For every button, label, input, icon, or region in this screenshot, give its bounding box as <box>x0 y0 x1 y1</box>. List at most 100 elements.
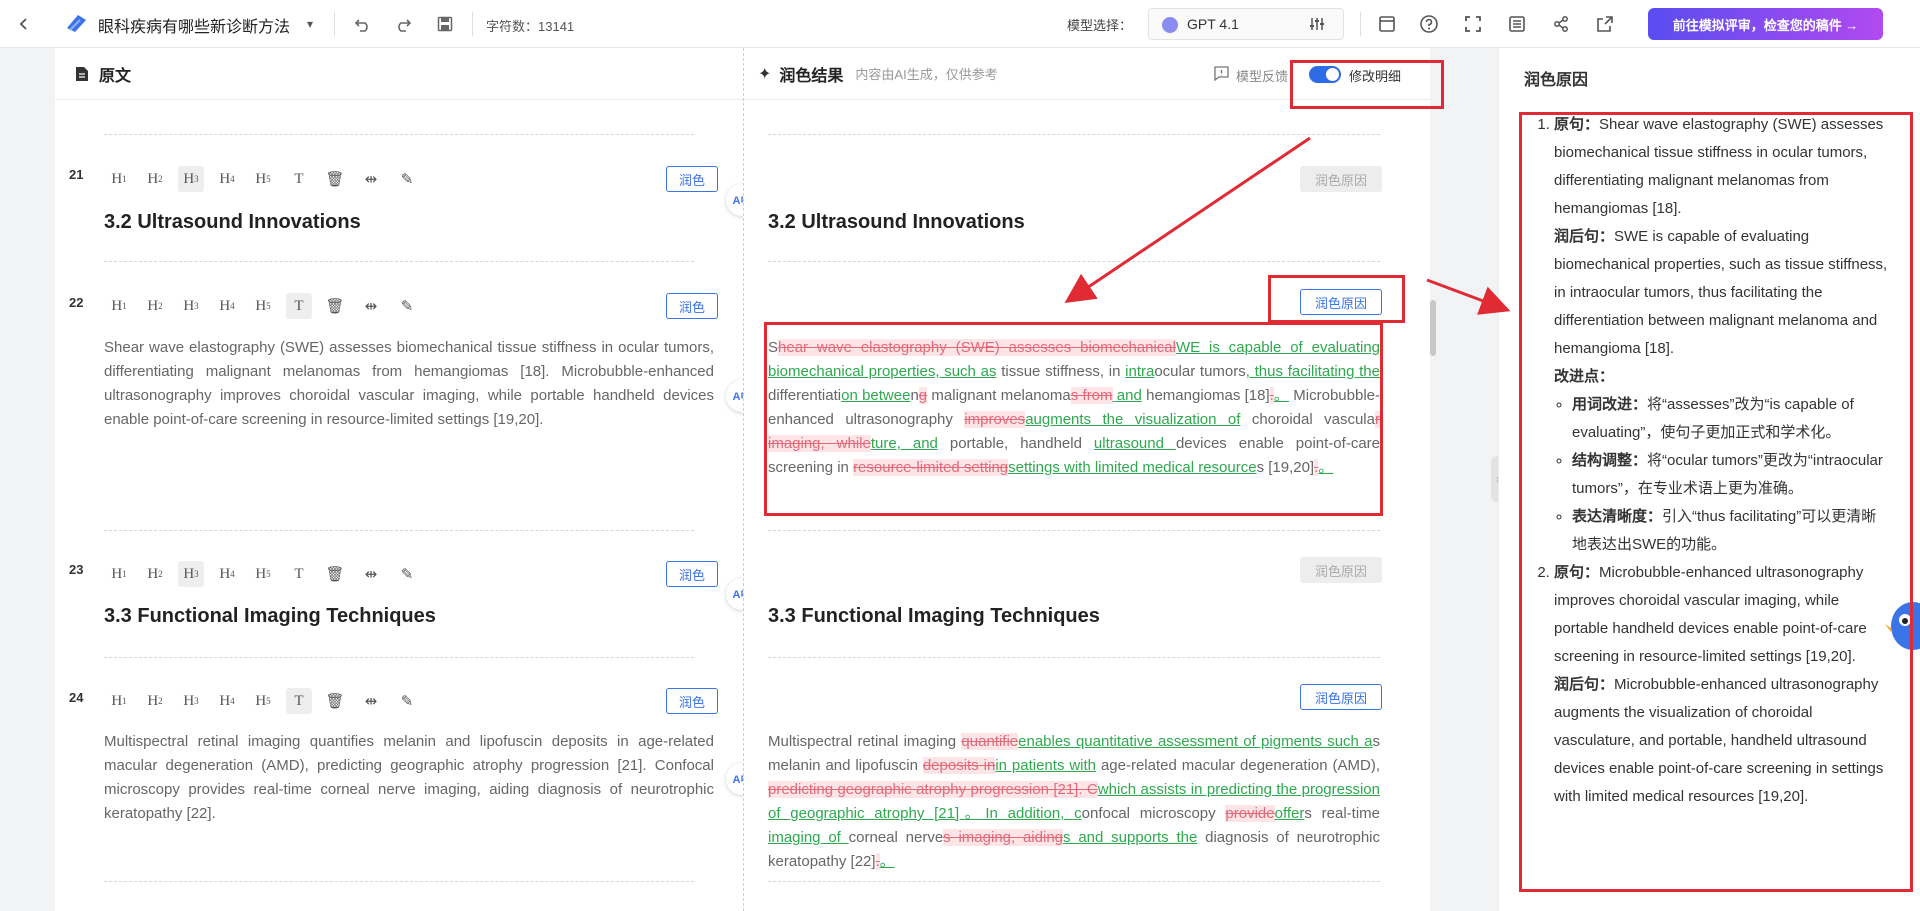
section-heading[interactable]: 3.3 Functional Imaging Techniques <box>768 605 1100 628</box>
inserted-text: ture, and <box>870 435 938 452</box>
new-label: 润后句： <box>1554 676 1615 693</box>
back-icon[interactable] <box>12 12 36 36</box>
trash-icon[interactable]: 🗑 <box>317 688 353 714</box>
polish-button[interactable]: 润色 <box>666 561 718 587</box>
deleted-text: resource-limited setting <box>853 459 1009 476</box>
polish-button[interactable]: 润色 <box>666 688 718 714</box>
split-icon[interactable]: ⇹ <box>353 166 389 192</box>
trash-icon[interactable]: 🗑 <box>317 166 353 192</box>
polish-reason-button[interactable]: 润色原因 <box>1300 166 1382 192</box>
row-number: 22 <box>69 295 84 310</box>
panel-title: 润色原因 <box>1524 72 1589 89</box>
inserted-text: on betwee <box>841 387 911 404</box>
h2-button[interactable]: H2 <box>137 688 173 714</box>
split-icon[interactable]: ⇹ <box>353 561 389 587</box>
save-icon[interactable] <box>432 12 458 36</box>
h4-button[interactable]: H4 <box>209 166 245 192</box>
original-paragraph[interactable]: Shear wave elastography (SWE) assesses b… <box>104 336 714 432</box>
h3-button[interactable]: H3 <box>173 688 209 714</box>
divider <box>334 12 335 36</box>
h2-button[interactable]: H2 <box>137 166 173 192</box>
section-heading[interactable]: 3.2 Ultrasound Innovations <box>768 211 1025 234</box>
model-select[interactable]: GPT 4.1 <box>1148 8 1344 40</box>
divider <box>1360 12 1361 36</box>
original-header-title: 原文 <box>99 67 132 85</box>
pen-icon[interactable]: ✎ <box>389 688 425 714</box>
document-title[interactable]: 眼科疾病有哪些新诊断方法 <box>98 13 290 37</box>
unchanged-text: choroidal vascula <box>1240 411 1375 428</box>
fullscreen-icon[interactable] <box>1460 12 1486 36</box>
unchanged-text: onfocal microscopy <box>1081 805 1226 822</box>
polish-reason-button[interactable]: 润色原因 <box>1300 289 1382 315</box>
h1-button[interactable]: H1 <box>101 561 137 587</box>
new-sentence: SWE is capable of evaluating biomechanic… <box>1554 228 1888 357</box>
h2-button[interactable]: H2 <box>137 561 173 587</box>
inserted-text: in patients with <box>995 757 1097 774</box>
text-button[interactable]: T <box>286 293 312 319</box>
undo-icon[interactable] <box>350 12 376 36</box>
h2-button[interactable]: H2 <box>137 293 173 319</box>
improvement-point: 表达清晰度：引入“thus facilitating”可以更清晰地表达出SWE的… <box>1572 503 1891 559</box>
h3-button[interactable]: H3 <box>178 561 204 587</box>
h3-button[interactable]: H3 <box>173 293 209 319</box>
mascot-bird-icon[interactable] <box>1883 594 1920 654</box>
chevron-down-icon[interactable]: ▾ <box>300 14 320 34</box>
improvement-point: 结构调整：将“ocular tumors”更改为“intraocular tum… <box>1572 447 1891 503</box>
format-toolbar: H1 H2 H3 H4 H5 T 🗑 ⇹ ✎ <box>101 293 425 319</box>
unchanged-text: Multispectral retinal imaging <box>768 733 962 750</box>
text-button[interactable]: T <box>286 688 312 714</box>
help-icon[interactable] <box>1416 12 1442 36</box>
redo-icon[interactable] <box>390 12 416 36</box>
trash-icon[interactable]: 🗑 <box>317 293 353 319</box>
scrollbar-thumb[interactable] <box>1430 300 1436 356</box>
h4-button[interactable]: H4 <box>209 561 245 587</box>
settings-sliders-icon[interactable] <box>1309 16 1327 34</box>
divider <box>472 12 473 36</box>
feedback-icon[interactable] <box>1214 66 1230 82</box>
pen-icon[interactable]: ✎ <box>389 293 425 319</box>
unchanged-text: differentiati <box>768 387 842 404</box>
details-toggle[interactable] <box>1309 66 1341 83</box>
layout-icon[interactable] <box>1374 12 1400 36</box>
polished-paragraph[interactable]: Multispectral retinal imaging quantifiee… <box>768 730 1380 874</box>
polish-reason-button[interactable]: 润色原因 <box>1300 557 1382 583</box>
polished-paragraph[interactable]: Shear wave elastography (SWE) assesses b… <box>768 336 1380 480</box>
reason-item: 原句：Shear wave elastography (SWE) assesse… <box>1554 111 1891 559</box>
export-icon[interactable] <box>1592 12 1618 36</box>
list-doc-icon[interactable] <box>1504 12 1530 36</box>
section-heading[interactable]: 3.3 Functional Imaging Techniques <box>104 605 436 628</box>
divider <box>768 261 1380 262</box>
reason-list: 原句：Shear wave elastography (SWE) assesse… <box>1521 111 1891 811</box>
split-icon[interactable]: ⇹ <box>353 688 389 714</box>
pen-icon[interactable]: ✎ <box>389 166 425 192</box>
h5-button[interactable]: H5 <box>245 688 281 714</box>
document-icon <box>75 66 91 82</box>
original-paragraph[interactable]: Multispectral retinal imaging quantifies… <box>104 730 714 826</box>
h4-button[interactable]: H4 <box>209 293 245 319</box>
polish-reason-button[interactable]: 润色原因 <box>1300 684 1382 710</box>
h4-button[interactable]: H4 <box>209 688 245 714</box>
polish-button[interactable]: 润色 <box>666 166 718 192</box>
h1-button[interactable]: H1 <box>101 293 137 319</box>
pen-icon[interactable]: ✎ <box>389 561 425 587</box>
h1-button[interactable]: H1 <box>101 166 137 192</box>
text-button[interactable]: T <box>281 166 317 192</box>
split-icon[interactable]: ⇹ <box>353 293 389 319</box>
unchanged-text: portable, handheld <box>937 435 1094 452</box>
text-button[interactable]: T <box>281 561 317 587</box>
divider <box>104 261 694 262</box>
feedback-link[interactable]: 模型反馈 <box>1236 66 1288 85</box>
mock-review-button[interactable]: 前往模拟评审，检查您的稿件 → <box>1648 8 1883 40</box>
h5-button[interactable]: H5 <box>245 166 281 192</box>
orig-label: 原句： <box>1554 116 1600 133</box>
trash-icon[interactable]: 🗑 <box>317 561 353 587</box>
section-heading[interactable]: 3.2 Ultrasound Innovations <box>104 211 361 234</box>
divider <box>768 657 1380 658</box>
h3-button[interactable]: H3 <box>178 166 204 192</box>
h5-button[interactable]: H5 <box>245 293 281 319</box>
format-toolbar: H1 H2 H3 H4 H5 T 🗑 ⇹ ✎ <box>101 166 425 192</box>
h5-button[interactable]: H5 <box>245 561 281 587</box>
h1-button[interactable]: H1 <box>101 688 137 714</box>
polish-button[interactable]: 润色 <box>666 293 718 319</box>
share-icon[interactable] <box>1548 12 1574 36</box>
